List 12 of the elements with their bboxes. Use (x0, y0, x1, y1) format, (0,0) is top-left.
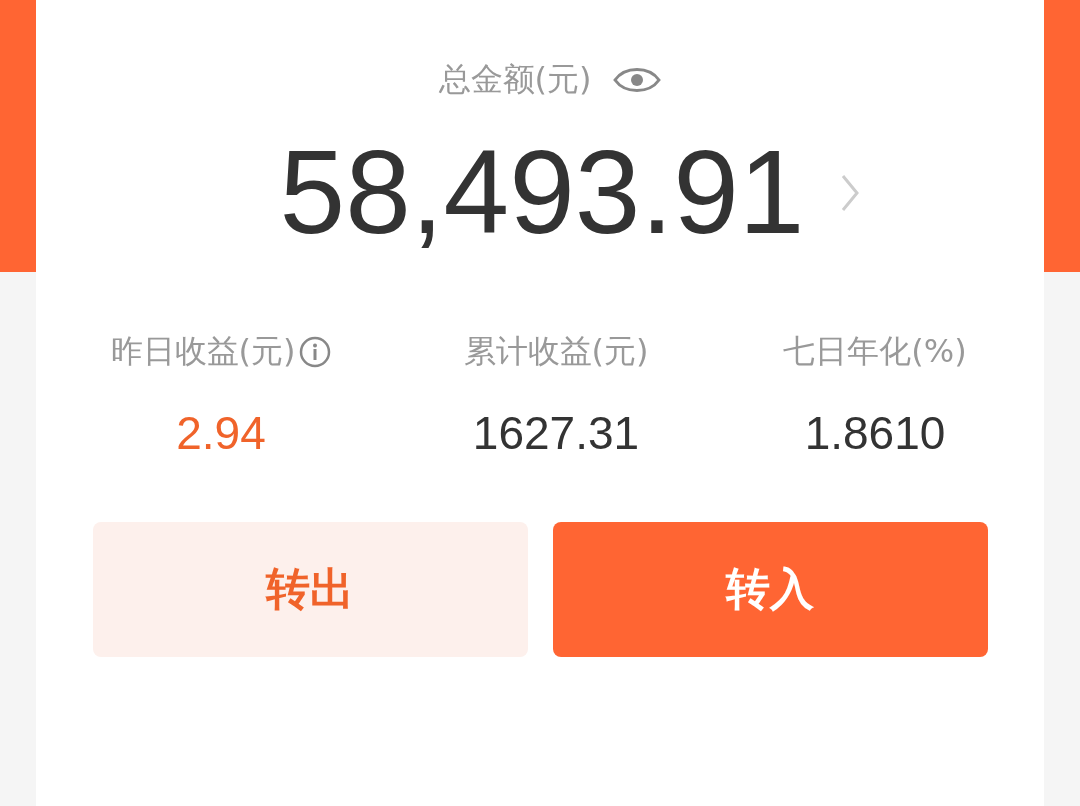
transfer-out-button[interactable]: 转出 (92, 521, 528, 657)
eye-icon[interactable] (613, 65, 662, 95)
stat-value: 1.8610 (804, 405, 946, 460)
stat-label: 累计收益(元) (463, 330, 649, 372)
total-amount: 58,493.91 (279, 128, 805, 258)
stat-label: 昨日收益(元) (110, 330, 296, 372)
transfer-in-button[interactable]: 转入 (552, 521, 988, 657)
info-icon[interactable] (299, 335, 332, 368)
stat-label: 七日年化(%) (783, 330, 967, 372)
stat-value: 2.94 (176, 405, 266, 460)
total-amount-label: 总金额(元) (438, 59, 592, 100)
stat-value: 1627.31 (472, 405, 640, 460)
